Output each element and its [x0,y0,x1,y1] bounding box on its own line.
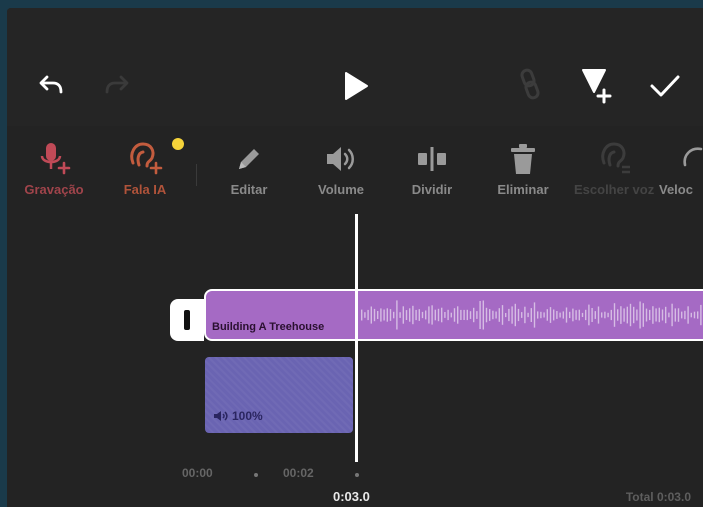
time-tick-dot [355,473,359,477]
tool-label: Escolher voz [574,182,655,197]
tool-choose-voice[interactable]: Escolher voz [574,140,654,197]
tool-recording[interactable]: Gravação [14,140,94,197]
link-button[interactable] [512,66,548,102]
tool-label: Editar [230,182,268,197]
toolbar-divider [196,164,197,186]
redo-icon [105,75,129,94]
audio-waveform [361,300,702,330]
speaker-icon [214,411,228,421]
tool-label: Veloc [659,182,693,197]
tool-volume[interactable]: Volume [301,140,381,197]
add-keyframe-button[interactable] [577,64,617,106]
tool-edit[interactable]: Editar [209,140,289,197]
tool-speed[interactable]: Veloc [659,140,703,197]
edit-toolbar: Gravação Fala IA Editar Volume Dividir E… [7,126,703,214]
playhead[interactable] [355,214,358,462]
current-time: 0:03.0 [333,489,370,504]
tool-label: Dividir [411,182,453,197]
redo-button[interactable] [99,66,135,102]
volume-readout: 100% [213,409,263,423]
link-icon [520,68,540,100]
top-bar [7,8,703,126]
pencil-icon [239,149,259,169]
tool-split[interactable]: Dividir [392,140,472,197]
speed-gauge-icon [683,147,703,167]
split-icon [418,147,446,171]
time-tick-dot [254,473,258,477]
done-button[interactable] [645,66,685,106]
trash-icon [511,144,535,174]
tool-label: Volume [318,182,364,197]
play-icon [345,72,368,100]
tool-label: Eliminar [497,182,549,197]
tool-ai-speech[interactable]: Fala IA [105,140,185,197]
total-duration: Total 0:03.0 [625,490,691,504]
audio-editor-app: Gravação Fala IA Editar Volume Dividir E… [7,8,703,507]
volume-track-clip[interactable]: 100% [205,357,353,433]
clip-title: Building A Treehouse [212,321,325,333]
timeline: Building A Treehouse 100% 00:00 00:02 0:… [7,214,703,507]
new-badge-dot [172,138,184,150]
tool-label: Fala IA [123,182,167,197]
play-button[interactable] [335,66,375,106]
keyframe-add-icon [582,69,612,104]
tool-delete[interactable]: Eliminar [483,140,563,197]
microphone-add-icon [40,143,71,175]
ai-voice-add-icon [130,142,163,175]
undo-icon [39,75,63,94]
time-tick: 00:02 [283,466,314,480]
speaker-icon [327,147,354,171]
clip-trim-handle[interactable] [170,299,204,341]
time-tick: 00:00 [182,466,213,480]
tool-label: Gravação [24,182,84,197]
volume-value: 100% [232,409,263,423]
checkmark-icon [650,75,680,97]
audio-clip[interactable]: Building A Treehouse [204,289,703,341]
voice-select-icon [601,142,630,174]
undo-button[interactable] [33,66,69,102]
